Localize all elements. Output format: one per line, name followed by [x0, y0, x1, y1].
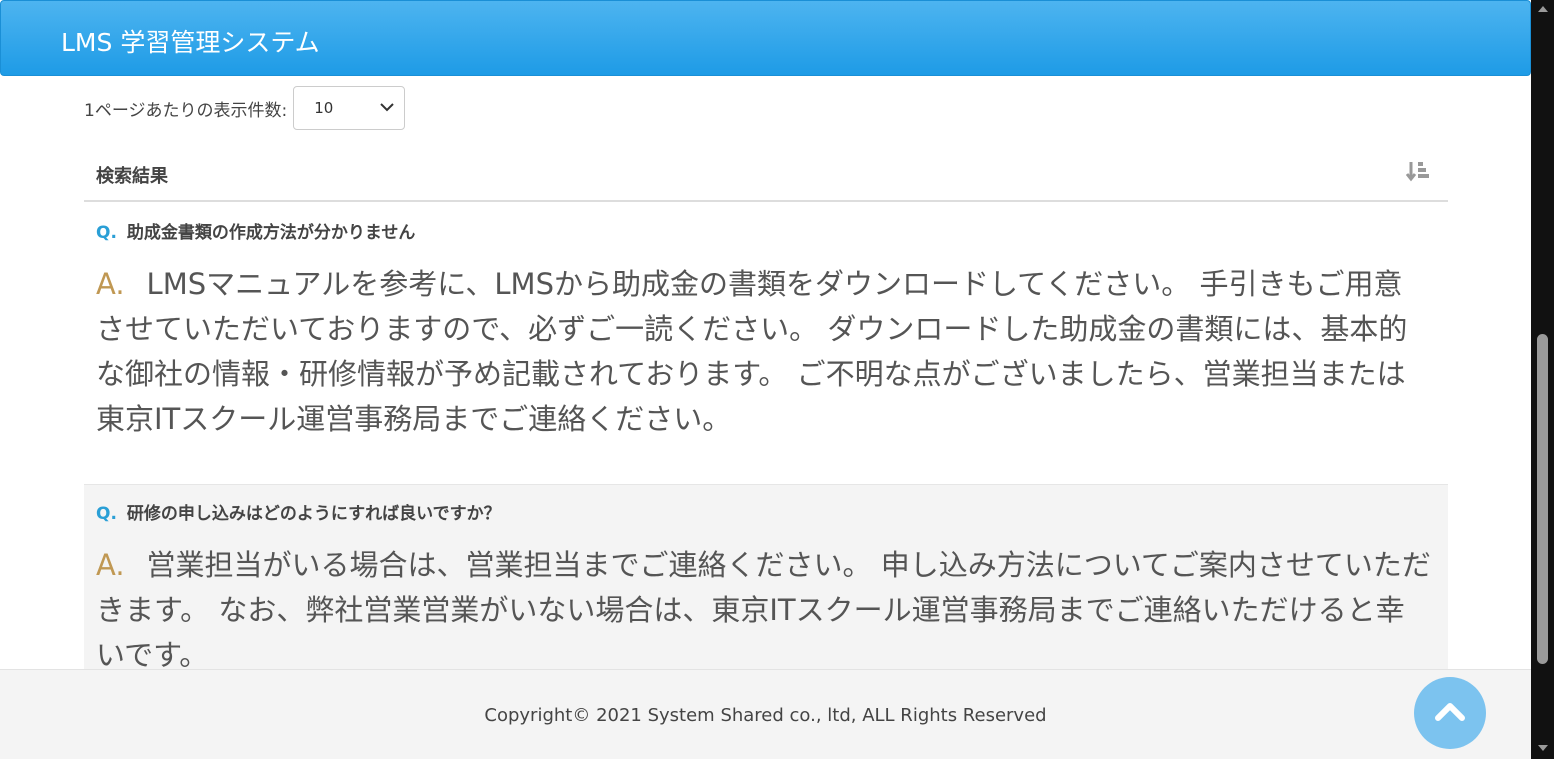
question-text: 研修の申し込みはどのようにすれば良いですか？ [126, 504, 501, 524]
answer-text: 営業担当がいる場合は、営業担当までご連絡ください。 申し込み方法についてご案内さ… [96, 548, 1431, 672]
results-header: 検索結果 [84, 146, 1448, 202]
scrollbar[interactable] [1531, 0, 1554, 759]
answer-marker: A. [96, 548, 125, 582]
question-marker: Q. [96, 223, 117, 243]
scroll-down-icon[interactable] [1538, 745, 1548, 751]
chevron-up-icon [1435, 703, 1465, 721]
faq-item: Q. 研修の申し込みはどのようにすれば良いですか？ A. 営業担当がいる場合は、営業… [84, 484, 1448, 674]
scrollbar-thumb[interactable] [1537, 334, 1548, 664]
per-page-select[interactable]: 10 [293, 86, 406, 130]
faq-answer: A. LMSマニュアルを参考に、LMSから助成金の書類をダウンロードしてください。… [96, 262, 1431, 442]
results-heading: 検索結果 [96, 166, 168, 187]
copyright-text: Copyright© 2021 System Shared co., ltd, … [484, 705, 1047, 726]
question-text: 助成金書類の作成方法が分かりません [126, 223, 416, 243]
per-page-label: 1ページあたりの表示件数: [84, 100, 288, 121]
scroll-up-icon[interactable] [1538, 6, 1548, 12]
question-marker: Q. [96, 504, 117, 524]
faq-question[interactable]: Q. 研修の申し込みはどのようにすれば良いですか？ [96, 499, 501, 524]
chevron-down-icon [380, 100, 394, 116]
per-page-value: 10 [314, 99, 334, 117]
answer-marker: A. [96, 267, 125, 301]
per-page-control: 1ページあたりの表示件数: 10 [84, 86, 406, 130]
navbar: LMS 学習管理システム [0, 0, 1531, 76]
sort-amount-icon[interactable] [1405, 160, 1430, 188]
faq-question[interactable]: Q. 助成金書類の作成方法が分かりません [96, 218, 415, 243]
answer-text: LMSマニュアルを参考に、LMSから助成金の書類をダウンロードしてください。 手… [96, 267, 1408, 436]
faq-answer: A. 営業担当がいる場合は、営業担当までご連絡ください。 申し込み方法についてご案… [96, 543, 1431, 678]
faq-item: Q. 助成金書類の作成方法が分かりません A. LMSマニュアルを参考に、LMSから… [84, 204, 1448, 480]
footer: Copyright© 2021 System Shared co., ltd, … [0, 669, 1531, 759]
back-to-top-button[interactable] [1414, 677, 1486, 749]
app-title[interactable]: LMS 学習管理システム [61, 23, 320, 59]
